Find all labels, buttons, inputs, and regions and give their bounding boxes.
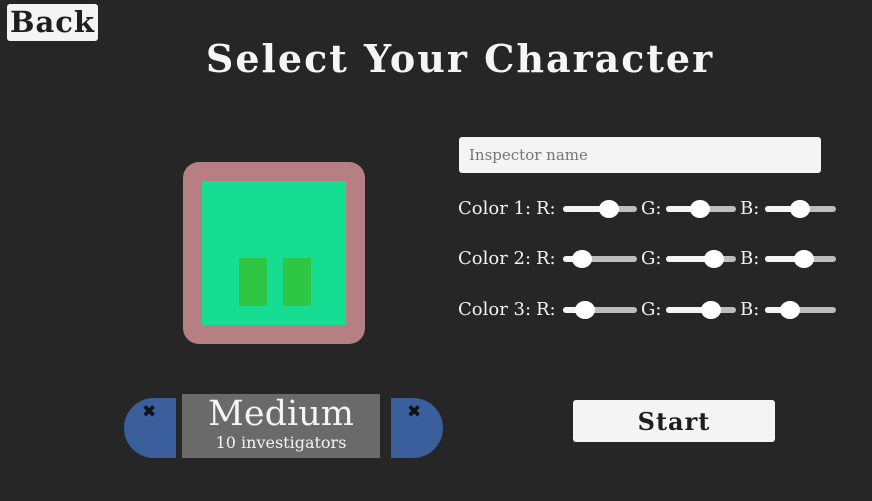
color-2-g-label: G: xyxy=(641,248,662,269)
color-1-b-slider[interactable] xyxy=(765,197,836,221)
close-x-icon: ✖ xyxy=(407,402,422,422)
close-x-icon: ✖ xyxy=(142,402,157,422)
slider-handle[interactable] xyxy=(790,200,810,218)
color-2-r-label: R: xyxy=(536,248,556,269)
difficulty-next-button[interactable]: ✖ xyxy=(391,398,443,458)
slider-handle[interactable] xyxy=(794,250,814,268)
color-2-b-slider[interactable] xyxy=(765,247,836,271)
color-3-r-label: R: xyxy=(536,299,556,320)
color-3-g-slider[interactable] xyxy=(666,298,736,322)
color-1-g-slider[interactable] xyxy=(666,197,736,221)
color-1-r-label: R: xyxy=(536,198,556,219)
difficulty-detail: 10 investigators xyxy=(215,433,347,452)
character-body xyxy=(202,181,346,325)
slider-handle[interactable] xyxy=(701,301,721,319)
color-1-r-slider[interactable] xyxy=(563,197,637,221)
inspector-name-input[interactable] xyxy=(459,137,821,173)
difficulty-prev-button[interactable]: ✖ xyxy=(124,398,176,458)
slider-handle[interactable] xyxy=(575,301,595,319)
color-1-g-label: G: xyxy=(641,198,662,219)
page-title: Select Your Character xyxy=(205,36,715,81)
start-button[interactable]: Start xyxy=(573,400,775,442)
slider-handle[interactable] xyxy=(599,200,619,218)
color-3-r-slider[interactable] xyxy=(563,298,637,322)
character-preview xyxy=(183,162,365,344)
color-2-g-slider[interactable] xyxy=(666,247,736,271)
slider-handle[interactable] xyxy=(690,200,710,218)
color-3-g-label: G: xyxy=(641,299,662,320)
difficulty-name: Medium xyxy=(208,394,354,434)
color-2-label: Color 2: xyxy=(458,248,532,269)
color-1-b-label: B: xyxy=(740,198,760,219)
character-select-screen: Back Select Your Character Color 1: R: G… xyxy=(0,0,872,501)
color-row-2: Color 2: R: G: B: xyxy=(458,247,848,271)
color-3-b-slider[interactable] xyxy=(765,298,836,322)
difficulty-display: Medium 10 investigators xyxy=(182,394,380,458)
character-eye-left xyxy=(239,258,267,306)
color-2-r-slider[interactable] xyxy=(563,247,637,271)
color-2-b-label: B: xyxy=(740,248,760,269)
color-3-b-label: B: xyxy=(740,299,760,320)
slider-handle[interactable] xyxy=(572,250,592,268)
color-row-1: Color 1: R: G: B: xyxy=(458,197,848,221)
slider-handle[interactable] xyxy=(704,250,724,268)
character-eye-right xyxy=(283,258,311,306)
color-1-label: Color 1: xyxy=(458,198,532,219)
color-3-label: Color 3: xyxy=(458,299,532,320)
slider-handle[interactable] xyxy=(780,301,800,319)
color-row-3: Color 3: R: G: B: xyxy=(458,298,848,322)
